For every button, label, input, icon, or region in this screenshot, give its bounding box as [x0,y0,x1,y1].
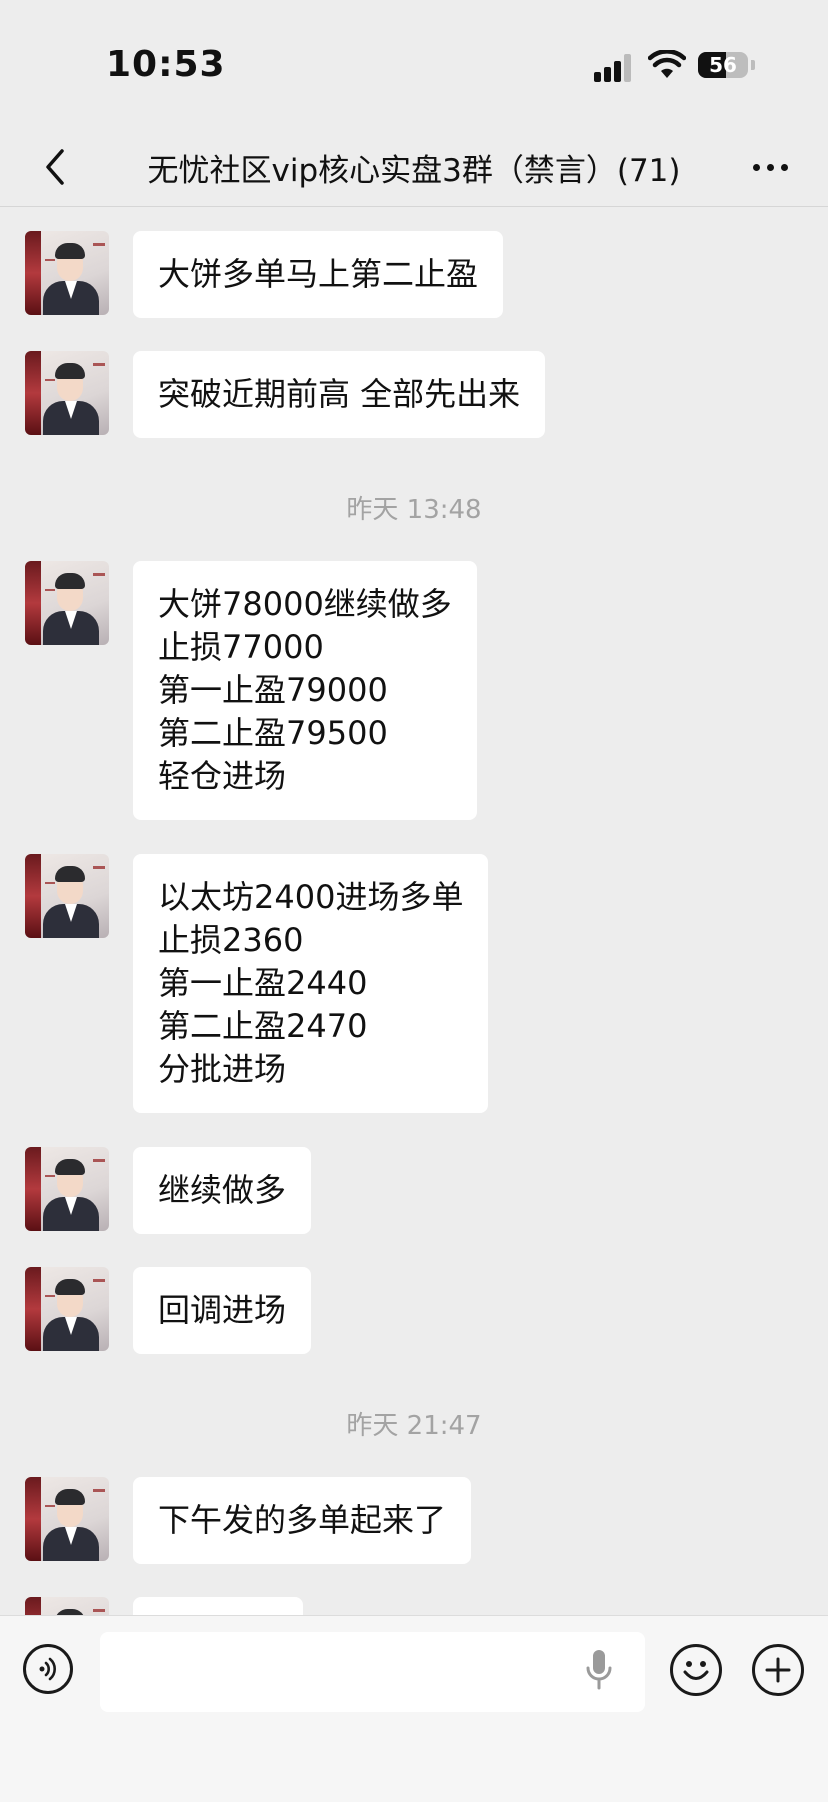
message-row: 突破近期前高 全部先出来 [25,351,546,438]
message-row: 下午发的多单起来了 [25,1477,472,1564]
plus-icon [765,1657,791,1683]
message-bubble[interactable]: 以太坊2400进场多单 止损2360 第一止盈2440 第二止盈2470 分批进… [133,854,489,1113]
emoji-button[interactable] [670,1644,722,1696]
battery-cap [751,60,755,70]
voice-button[interactable] [23,1644,73,1694]
chat-title: 无忧社区vip核心实盘3群（禁言）(71) [147,152,681,189]
message-bubble[interactable]: 大饼多单马上第二止盈 [133,231,504,318]
message-row-partial [25,1597,303,1615]
message-row: 大饼多单马上第二止盈 [25,231,504,318]
microphone-icon[interactable] [584,1648,614,1692]
more-button[interactable] [740,142,800,192]
avatar[interactable] [25,1597,109,1615]
avatar[interactable] [25,561,109,645]
message-bubble-partial[interactable] [133,1597,303,1615]
message-input[interactable] [100,1632,645,1712]
more-dots-icon [752,163,760,171]
battery-percent: 56 [709,53,737,77]
plus-button[interactable] [752,1644,804,1696]
message-row: 继续做多 [25,1147,312,1234]
avatar[interactable] [25,231,109,315]
message-bubble[interactable]: 大饼78000继续做多 止损77000 第一止盈79000 第二止盈79500 … [133,561,477,820]
avatar[interactable] [25,351,109,435]
message-row: 大饼78000继续做多 止损77000 第一止盈79000 第二止盈79500 … [25,561,477,820]
timestamp: 昨天 13:48 [346,495,482,525]
back-button[interactable] [30,142,80,192]
voice-icon [39,1657,56,1681]
input-bar [0,1615,828,1802]
timestamp: 昨天 21:47 [346,1411,482,1441]
avatar[interactable] [25,1267,109,1351]
message-row: 以太坊2400进场多单 止损2360 第一止盈2440 第二止盈2470 分批进… [25,854,489,1113]
cellular-signal-icon [594,54,634,82]
chat-message-list[interactable]: 大饼多单马上第二止盈 突破近期前高 全部先出来 昨天 13:48 大饼78000… [0,207,828,1615]
avatar[interactable] [25,1477,109,1561]
chevron-left-icon [46,149,64,185]
chat-header: 无忧社区vip核心实盘3群（禁言）(71) [0,130,828,207]
avatar[interactable] [25,854,109,938]
battery-icon: 56 [698,52,748,78]
message-row: 回调进场 [25,1267,312,1354]
message-bubble[interactable]: 突破近期前高 全部先出来 [133,351,546,438]
wifi-icon [648,50,686,78]
status-bar: 10:53 56 [0,0,828,130]
emoji-icon [683,1661,709,1680]
message-bubble[interactable]: 下午发的多单起来了 [133,1477,472,1564]
avatar[interactable] [25,1147,109,1231]
message-bubble[interactable]: 回调进场 [133,1267,312,1354]
message-bubble[interactable]: 继续做多 [133,1147,312,1234]
status-time: 10:53 [106,44,226,85]
